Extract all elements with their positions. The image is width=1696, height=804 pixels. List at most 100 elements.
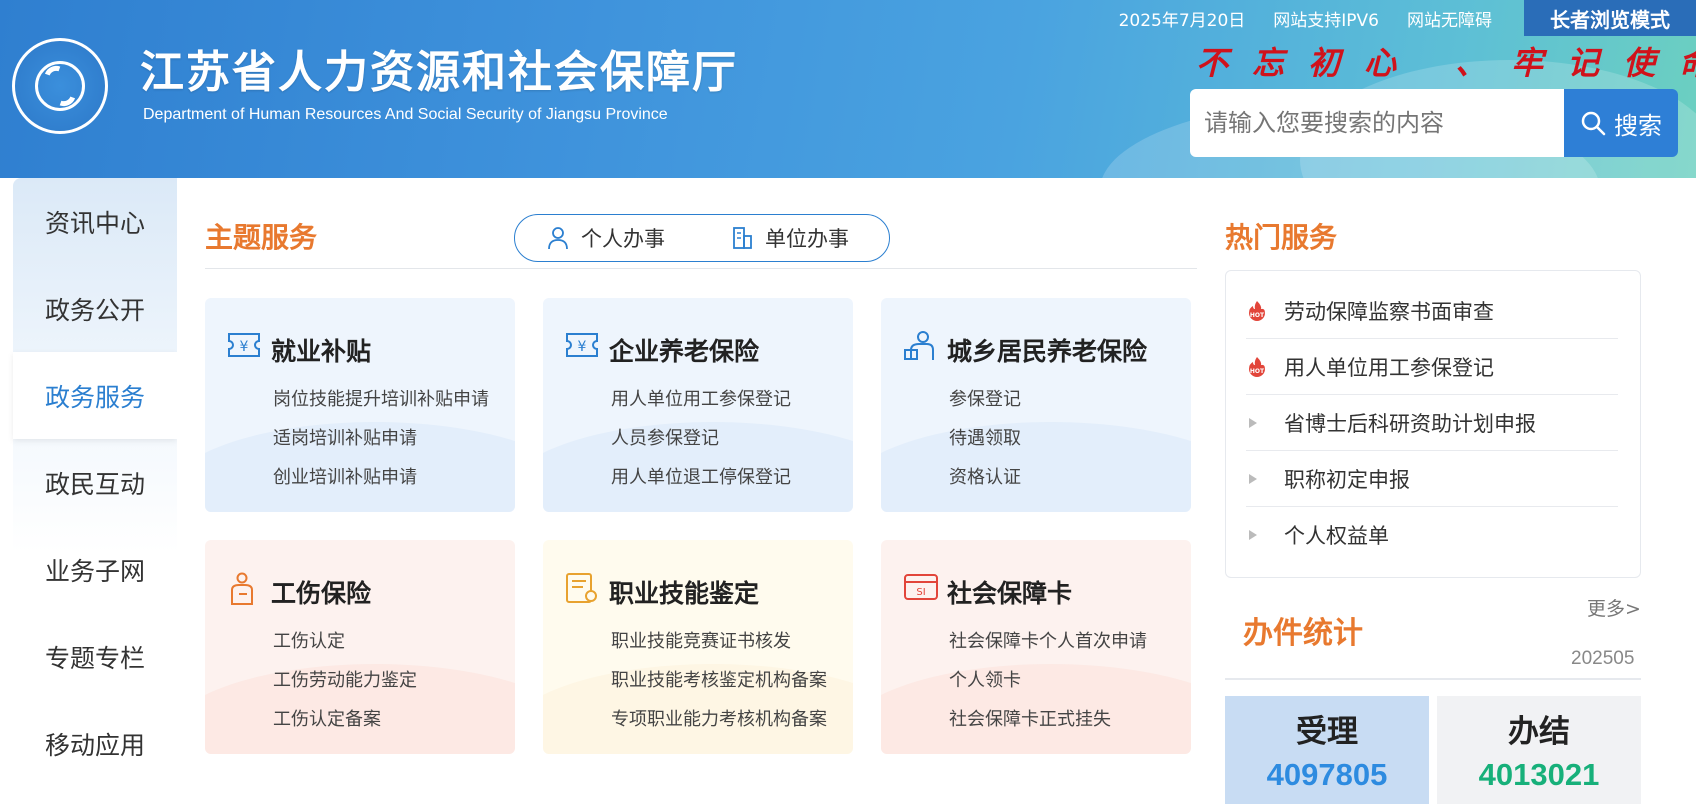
- person-icon: [548, 227, 568, 250]
- card-link[interactable]: 参保登记: [949, 380, 1021, 419]
- svg-text:¥: ¥: [578, 339, 587, 355]
- svg-text:SI: SI: [916, 587, 925, 598]
- section-title-hot: 热门服务: [1225, 221, 1338, 254]
- stat-accepted-value: 4097805: [1266, 757, 1388, 792]
- service-card-employment-subsidy: ¥ 就业补贴 岗位技能提升培训补贴申请 适岗培训补贴申请 创业培训补贴申请: [205, 298, 515, 512]
- card-link[interactable]: 用人单位退工停保登记: [611, 458, 791, 497]
- search-icon: [1581, 111, 1606, 136]
- card-icon: SI: [904, 574, 938, 600]
- card-link[interactable]: 待遇领取: [949, 419, 1021, 458]
- yuan-ticket-icon: ¥: [228, 333, 260, 357]
- card-link[interactable]: 岗位技能提升培训补贴申请: [273, 380, 489, 419]
- tab-personal[interactable]: 个人办事: [547, 223, 665, 253]
- card-link[interactable]: 社会保障卡正式挂失: [949, 700, 1147, 739]
- card-link[interactable]: 资格认证: [949, 458, 1021, 497]
- elder-mode-button[interactable]: 长者浏览模式: [1524, 0, 1696, 36]
- hot-service-item[interactable]: HOT 劳动保障监察书面审查: [1246, 283, 1618, 339]
- stats-divider: [1225, 678, 1641, 680]
- stat-completed-label: 办结: [1508, 714, 1570, 750]
- search-input[interactable]: [1190, 89, 1564, 157]
- search-button-label: 搜索: [1614, 111, 1662, 140]
- top-utility-bar: 2025年7月20日 网站支持IPV6 网站无障碍 长者浏览模式: [1119, 0, 1696, 36]
- card-link[interactable]: 专项职业能力考核机构备案: [611, 700, 827, 739]
- card-link[interactable]: 社会保障卡个人首次申请: [949, 622, 1147, 661]
- service-card-enterprise-pension: ¥ 企业养老保险 用人单位用工参保登记 人员参保登记 用人单位退工停保登记: [543, 298, 853, 512]
- hot-service-item[interactable]: 省博士后科研资助计划申报: [1246, 395, 1618, 451]
- triangle-icon: [1246, 416, 1284, 430]
- hot-service-label: 职称初定申报: [1284, 467, 1410, 492]
- stat-completed-value: 4013021: [1478, 757, 1600, 792]
- section-title-themes: 主题服务: [205, 221, 318, 254]
- sidebar-item-services[interactable]: 政务服务: [13, 352, 177, 439]
- site-subtitle: Department of Human Resources And Social…: [143, 106, 668, 123]
- sidebar-item-interaction[interactable]: 政民互动: [13, 439, 177, 526]
- card-title[interactable]: 职业技能鉴定: [609, 574, 759, 610]
- card-link[interactable]: 职业技能竞赛证书核发: [611, 622, 827, 661]
- sidebar-item-mobile[interactable]: 移动应用: [13, 700, 177, 787]
- hot-icon: HOT: [1246, 300, 1284, 322]
- hot-services-list: HOT 劳动保障监察书面审查 HOT 用人单位用工参保登记 省博士后科研资助计划…: [1225, 270, 1641, 578]
- tab-organization[interactable]: 单位办事: [731, 223, 849, 253]
- card-link[interactable]: 工伤劳动能力鉴定: [273, 661, 417, 700]
- certificate-icon: [566, 573, 597, 603]
- card-title[interactable]: 企业养老保险: [609, 332, 759, 368]
- stats-period: 202505: [1571, 648, 1635, 669]
- site-header: 2025年7月20日 网站支持IPV6 网站无障碍 长者浏览模式 江苏省人力资源…: [0, 0, 1696, 178]
- hot-service-label: 省博士后科研资助计划申报: [1284, 411, 1536, 436]
- card-link[interactable]: 人员参保登记: [611, 419, 791, 458]
- main-content: 主题服务 个人办事 单位办事 ¥ 就业补贴 岗位技能提升培训补贴申请 适岗培训补…: [177, 178, 1679, 804]
- more-link[interactable]: 更多>: [1587, 594, 1641, 621]
- building-icon: [733, 227, 752, 249]
- section-divider: [205, 268, 1197, 269]
- sidebar-nav: 资讯中心 政务公开 政务服务 政民互动 业务子网 专题专栏 移动应用: [13, 178, 177, 804]
- card-title[interactable]: 工伤保险: [271, 574, 371, 610]
- hot-service-label: 个人权益单: [1284, 524, 1389, 548]
- card-title[interactable]: 城乡居民养老保险: [947, 332, 1147, 368]
- service-card-social-security-card: SI 社会保障卡 社会保障卡个人首次申请 个人领卡 社会保障卡正式挂失: [881, 540, 1191, 754]
- card-link[interactable]: 适岗培训补贴申请: [273, 419, 489, 458]
- current-date: 2025年7月20日: [1118, 10, 1246, 31]
- tab-organization-label: 单位办事: [765, 227, 849, 251]
- svg-text:HOT: HOT: [1250, 368, 1265, 375]
- card-link[interactable]: 工伤认定: [273, 622, 417, 661]
- site-logo[interactable]: [12, 38, 108, 134]
- card-link[interactable]: 个人领卡: [949, 661, 1147, 700]
- ipv6-link[interactable]: 网站支持IPV6: [1273, 6, 1379, 31]
- card-link-list: 岗位技能提升培训补贴申请 适岗培训补贴申请 创业培训补贴申请: [273, 380, 489, 497]
- card-link[interactable]: 工伤认定备案: [273, 700, 417, 739]
- service-card-injury-insurance: 工伤保险 工伤认定 工伤劳动能力鉴定 工伤认定备案: [205, 540, 515, 754]
- sidebar-item-news[interactable]: 资讯中心: [13, 178, 177, 265]
- hot-icon: HOT: [1246, 356, 1284, 378]
- triangle-icon: [1246, 528, 1284, 542]
- svg-text:¥: ¥: [240, 339, 249, 355]
- card-title[interactable]: 就业补贴: [271, 332, 371, 368]
- site-title: 江苏省人力资源和社会保障厅: [140, 47, 738, 98]
- card-title[interactable]: 社会保障卡: [947, 574, 1072, 610]
- card-link-list: 工伤认定 工伤劳动能力鉴定 工伤认定备案: [273, 622, 417, 739]
- service-card-resident-pension: 城乡居民养老保险 参保登记 待遇领取 资格认证: [881, 298, 1191, 512]
- triangle-icon: [1246, 472, 1284, 486]
- hot-service-label: 劳动保障监察书面审查: [1284, 299, 1494, 324]
- search-button[interactable]: 搜索: [1564, 89, 1678, 157]
- hot-service-label: 用人单位用工参保登记: [1284, 355, 1494, 380]
- injury-icon: [231, 572, 253, 605]
- tab-personal-label: 个人办事: [581, 227, 665, 251]
- card-link[interactable]: 创业培训补贴申请: [273, 458, 489, 497]
- service-card-skill-appraisal: 职业技能鉴定 职业技能竞赛证书核发 职业技能考核鉴定机构备案 专项职业能力考核机…: [543, 540, 853, 754]
- stat-accepted-label: 受理: [1296, 714, 1358, 750]
- sidebar-item-topics[interactable]: 专题专栏: [13, 613, 177, 700]
- svg-text:HOT: HOT: [1250, 312, 1265, 319]
- card-link-list: 职业技能竞赛证书核发 职业技能考核鉴定机构备案 专项职业能力考核机构备案: [611, 622, 827, 739]
- hot-service-item[interactable]: 个人权益单: [1246, 507, 1618, 563]
- card-link-list: 参保登记 待遇领取 资格认证: [949, 380, 1021, 497]
- stat-accepted: 受理 4097805: [1225, 696, 1429, 804]
- card-link[interactable]: 职业技能考核鉴定机构备案: [611, 661, 827, 700]
- card-link-list: 用人单位用工参保登记 人员参保登记 用人单位退工停保登记: [611, 380, 791, 497]
- sidebar-item-disclosure[interactable]: 政务公开: [13, 265, 177, 352]
- hot-service-item[interactable]: HOT 用人单位用工参保登记: [1246, 339, 1618, 395]
- accessibility-link[interactable]: 网站无障碍: [1407, 6, 1492, 31]
- hot-service-item[interactable]: 职称初定申报: [1246, 451, 1618, 507]
- sidebar-item-subsites[interactable]: 业务子网: [13, 526, 177, 613]
- yuan-ticket-icon: ¥: [566, 333, 598, 357]
- card-link[interactable]: 用人单位用工参保登记: [611, 380, 791, 419]
